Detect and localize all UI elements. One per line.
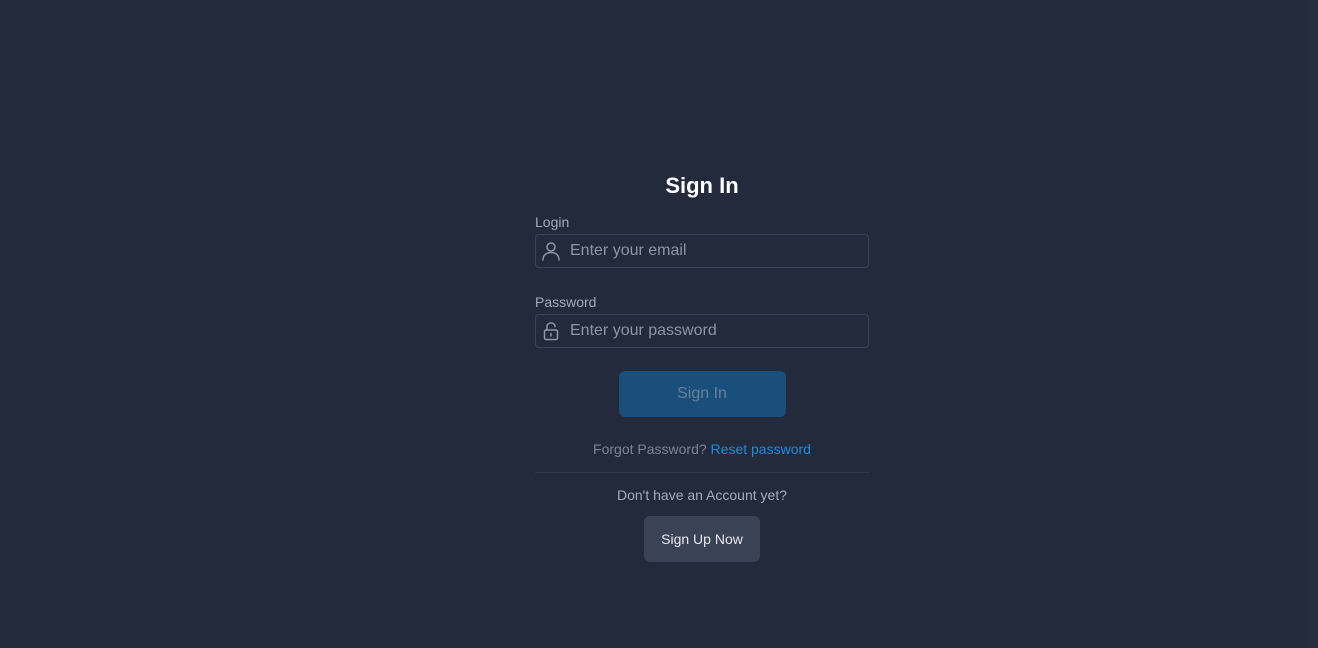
email-input[interactable]: [570, 235, 860, 267]
sign-in-form: Sign In Login Password Sign In: [535, 172, 869, 562]
lock-icon: [540, 320, 562, 342]
password-field[interactable]: [535, 314, 869, 348]
scrollbar-track[interactable]: [1306, 0, 1318, 648]
password-label: Password: [535, 294, 597, 310]
sign-in-page: Sign In Login Password Sign In: [0, 0, 1318, 648]
login-field[interactable]: [535, 234, 869, 268]
password-input[interactable]: [570, 315, 860, 347]
sign-in-button[interactable]: Sign In: [618, 371, 786, 417]
reset-password-link[interactable]: Reset password: [711, 441, 811, 457]
login-label: Login: [535, 214, 570, 230]
user-icon: [540, 240, 562, 262]
sign-up-button[interactable]: Sign Up Now: [644, 516, 760, 562]
no-account-text: Don't have an Account yet?: [616, 487, 787, 503]
forgot-password-row: Forgot Password? Reset password: [535, 440, 869, 458]
page-title: Sign In: [665, 173, 739, 198]
divider: [535, 472, 869, 473]
forgot-password-text: Forgot Password?: [593, 441, 707, 457]
